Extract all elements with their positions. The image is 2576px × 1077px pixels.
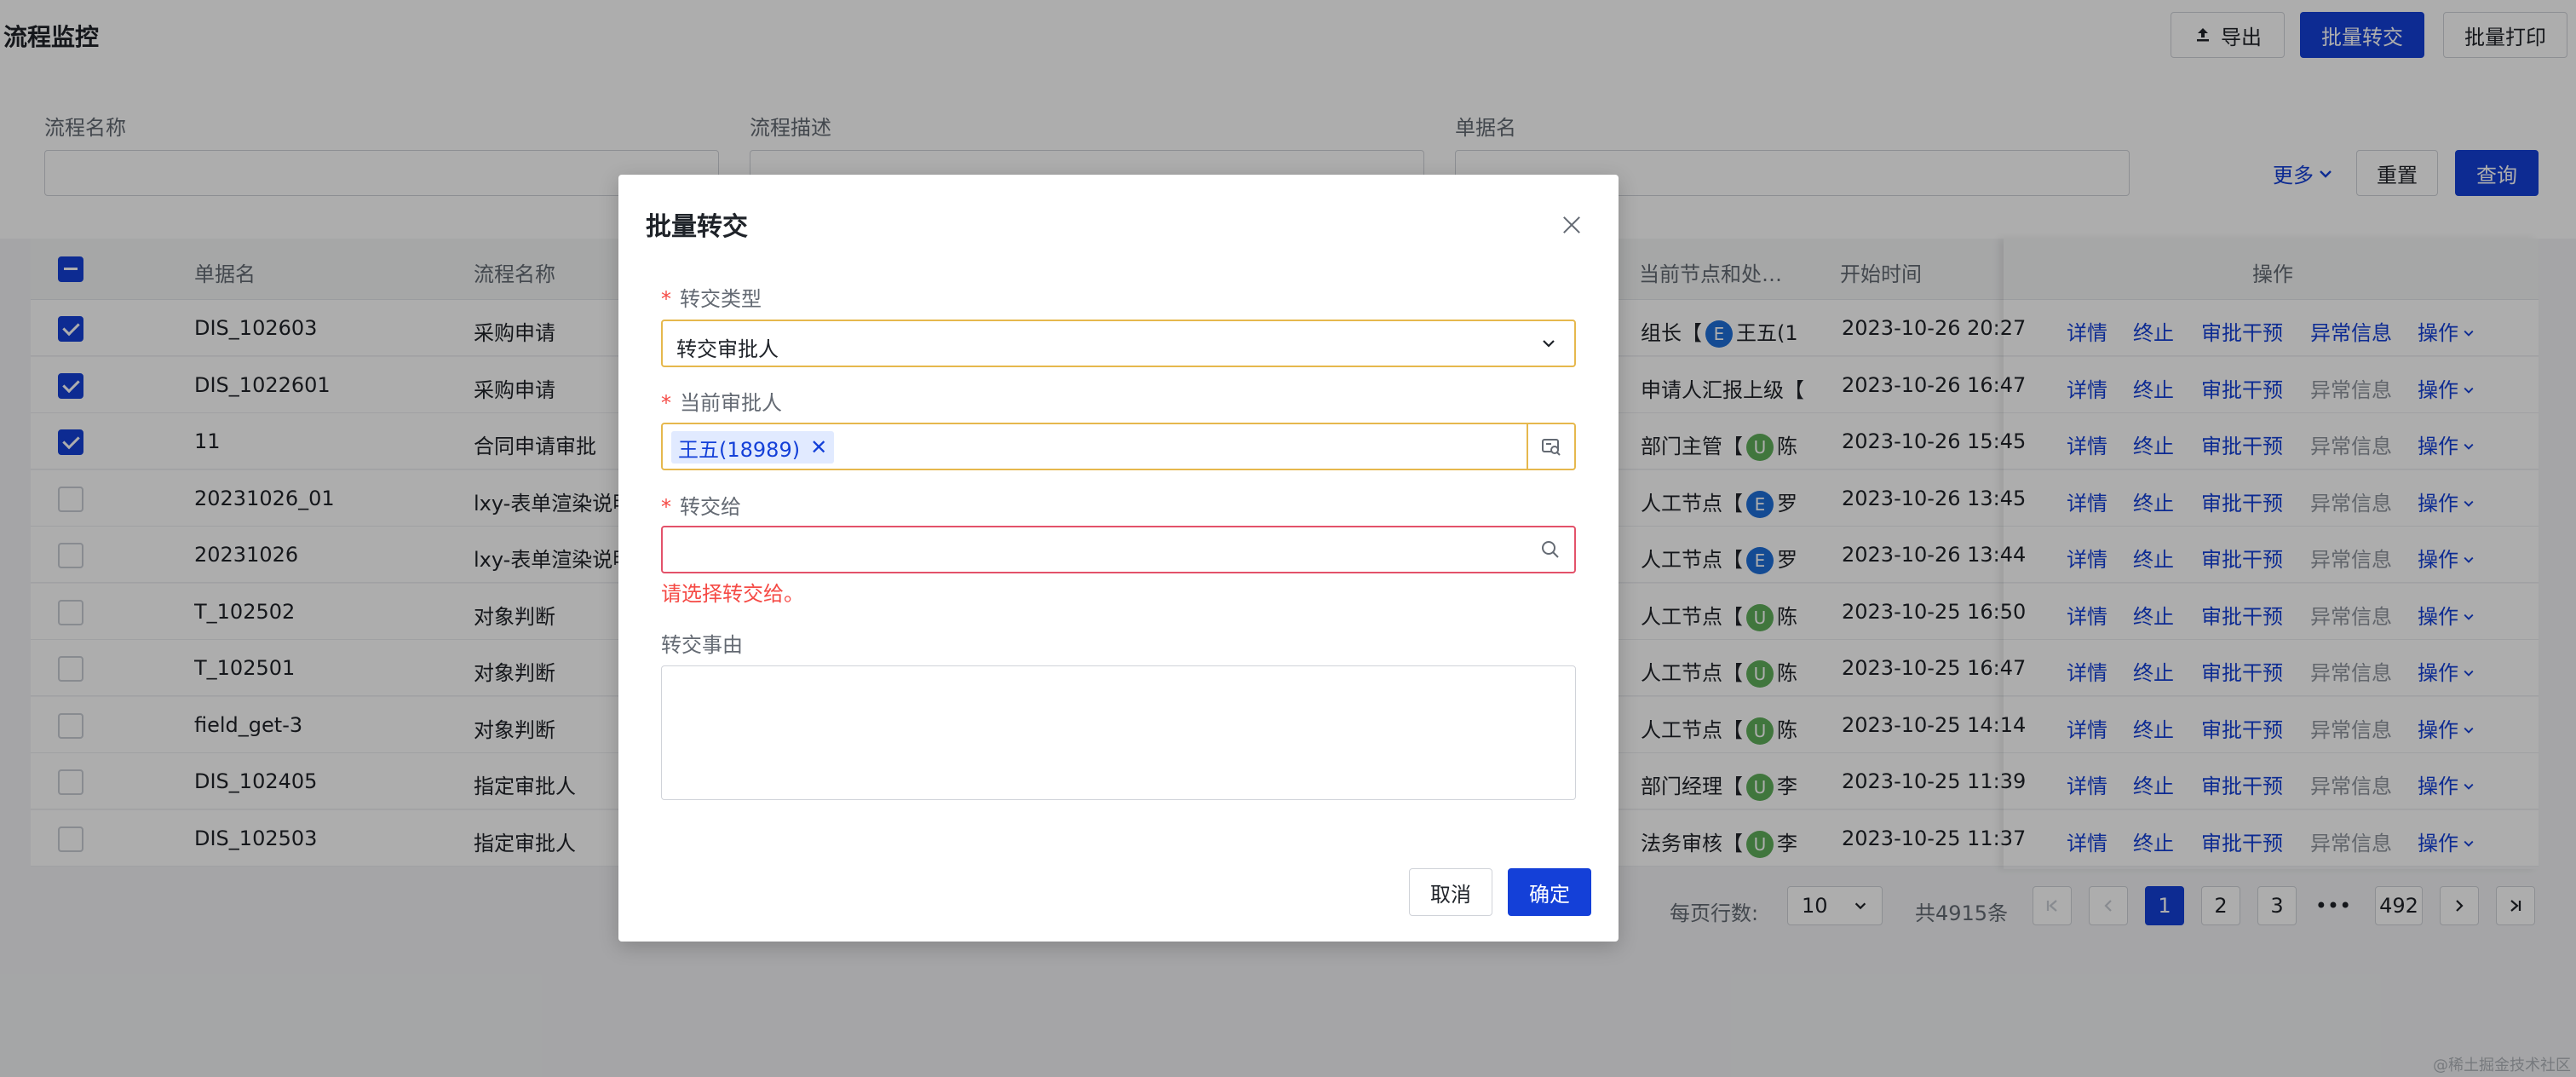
transfer-type-label: * 转交类型 xyxy=(661,282,762,312)
transfer-to-error: 请选择转交给。 xyxy=(661,582,804,606)
transfer-type-select[interactable]: 转交审批人 xyxy=(661,320,1576,367)
search-icon[interactable] xyxy=(1540,539,1561,560)
remove-tag-icon[interactable]: ✕ xyxy=(810,435,827,459)
reason-textarea[interactable] xyxy=(661,665,1576,800)
confirm-button[interactable]: 确定 xyxy=(1508,868,1591,916)
current-approver-field[interactable]: 王五(18989) ✕ xyxy=(661,423,1576,470)
close-icon[interactable] xyxy=(1561,214,1583,236)
approver-tag: 王五(18989) ✕ xyxy=(671,431,835,464)
cancel-label: 取消 xyxy=(1430,882,1471,907)
transfer-to-input[interactable] xyxy=(661,526,1576,573)
approver-tag-label: 王五(18989) xyxy=(678,437,801,462)
required-mark: * xyxy=(661,391,671,415)
chevron-down-icon xyxy=(1543,340,1555,348)
current-approver-label: * 当前审批人 xyxy=(661,386,782,416)
batch-transfer-dialog: 批量转交 * 转交类型 转交审批人 * 当前审批人 王五(18989) ✕ * 转交给… xyxy=(618,175,1619,942)
transfer-type-label-text: 转交类型 xyxy=(680,287,762,311)
required-mark: * xyxy=(661,495,671,519)
current-approver-label-text: 当前审批人 xyxy=(680,391,782,415)
cancel-button[interactable]: 取消 xyxy=(1409,868,1492,916)
dialog-title: 批量转交 xyxy=(646,212,748,242)
transfer-to-label: * 转交给 xyxy=(661,490,741,520)
required-mark: * xyxy=(661,287,671,311)
transfer-type-value: 转交审批人 xyxy=(676,337,779,361)
reason-label: 转交事由 xyxy=(661,633,743,657)
transfer-to-label-text: 转交给 xyxy=(680,495,741,519)
member-search-icon[interactable] xyxy=(1540,436,1562,458)
confirm-label: 确定 xyxy=(1529,882,1570,907)
field-divider xyxy=(1527,424,1528,469)
